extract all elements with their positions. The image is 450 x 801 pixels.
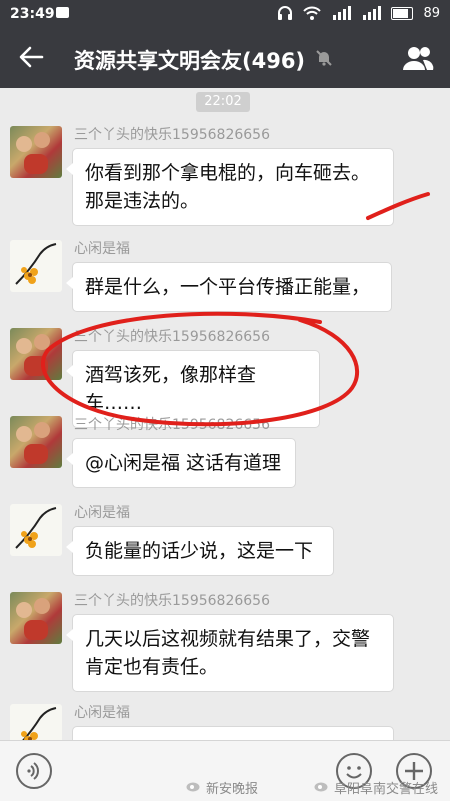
chat-title: 资源共享文明会友(496) (74, 49, 306, 73)
chat-message-list[interactable]: 22:02 三个丫头的快乐15956826656 你看到那个拿电棍的，向车砸去。… (0, 88, 450, 740)
sender-name: 三个丫头的快乐15956826656 (74, 417, 270, 433)
message-bubble[interactable]: 你看到那个拿电棍的，向车砸去。那是违法的。 (66, 148, 394, 226)
watermark-left: 新安晚报 (206, 782, 259, 797)
headphone-icon (278, 6, 293, 20)
sender-name: 心闲是福 (74, 705, 130, 721)
message-bubble[interactable]: 几天以后这视频就有结果了，交警肯定也有责任。 (66, 614, 394, 692)
signal-icon (363, 6, 382, 20)
message-bubble[interactable]: @心闲是福 这话有道理 (66, 438, 296, 488)
sender-name: 三个丫头的快乐15956826656 (74, 593, 270, 609)
chat-header: 资源共享文明会友(496) (0, 28, 450, 88)
flower-avatar-icon (15, 243, 57, 285)
sender-name: 心闲是福 (74, 241, 130, 257)
back-arrow-icon[interactable] (16, 42, 46, 72)
avatar[interactable] (10, 240, 62, 292)
sender-name: 三个丫头的快乐15956826656 (74, 127, 270, 143)
chat-timestamp: 22:02 (196, 92, 250, 112)
weibo-logo-icon (314, 782, 328, 792)
sender-name: 三个丫头的快乐15956826656 (74, 329, 270, 345)
flower-avatar-icon (15, 507, 57, 549)
message-bubble[interactable]: 群是什么，一个平台传播正能量， (66, 262, 392, 312)
signal-4g-icon (333, 6, 352, 20)
status-bar: 23:49 89 (0, 0, 450, 28)
battery-level: 89 (423, 5, 440, 21)
status-time: 23:49 (10, 6, 55, 22)
message-bubble[interactable] (72, 726, 394, 740)
avatar[interactable] (10, 416, 62, 468)
watermark-right: 阜阳阜南交警在线 (334, 782, 439, 797)
avatar[interactable] (10, 126, 62, 178)
avatar[interactable] (10, 592, 62, 644)
group-members-icon[interactable] (402, 44, 434, 72)
battery-icon (391, 6, 414, 20)
sender-name: 心闲是福 (74, 505, 130, 521)
mute-bell-icon (316, 50, 332, 66)
avatar[interactable] (10, 328, 62, 380)
status-icons: 89 (277, 5, 440, 21)
voice-icon (27, 762, 39, 780)
weibo-logo-icon (186, 782, 200, 792)
wifi-icon (303, 6, 322, 20)
voice-input-button[interactable] (16, 753, 52, 789)
sim-notification-icon (56, 7, 69, 18)
avatar[interactable] (10, 504, 62, 556)
flower-avatar-icon (21, 707, 57, 740)
avatar[interactable] (10, 704, 62, 740)
message-bubble[interactable]: 负能量的话少说，这是一下 (66, 526, 334, 576)
